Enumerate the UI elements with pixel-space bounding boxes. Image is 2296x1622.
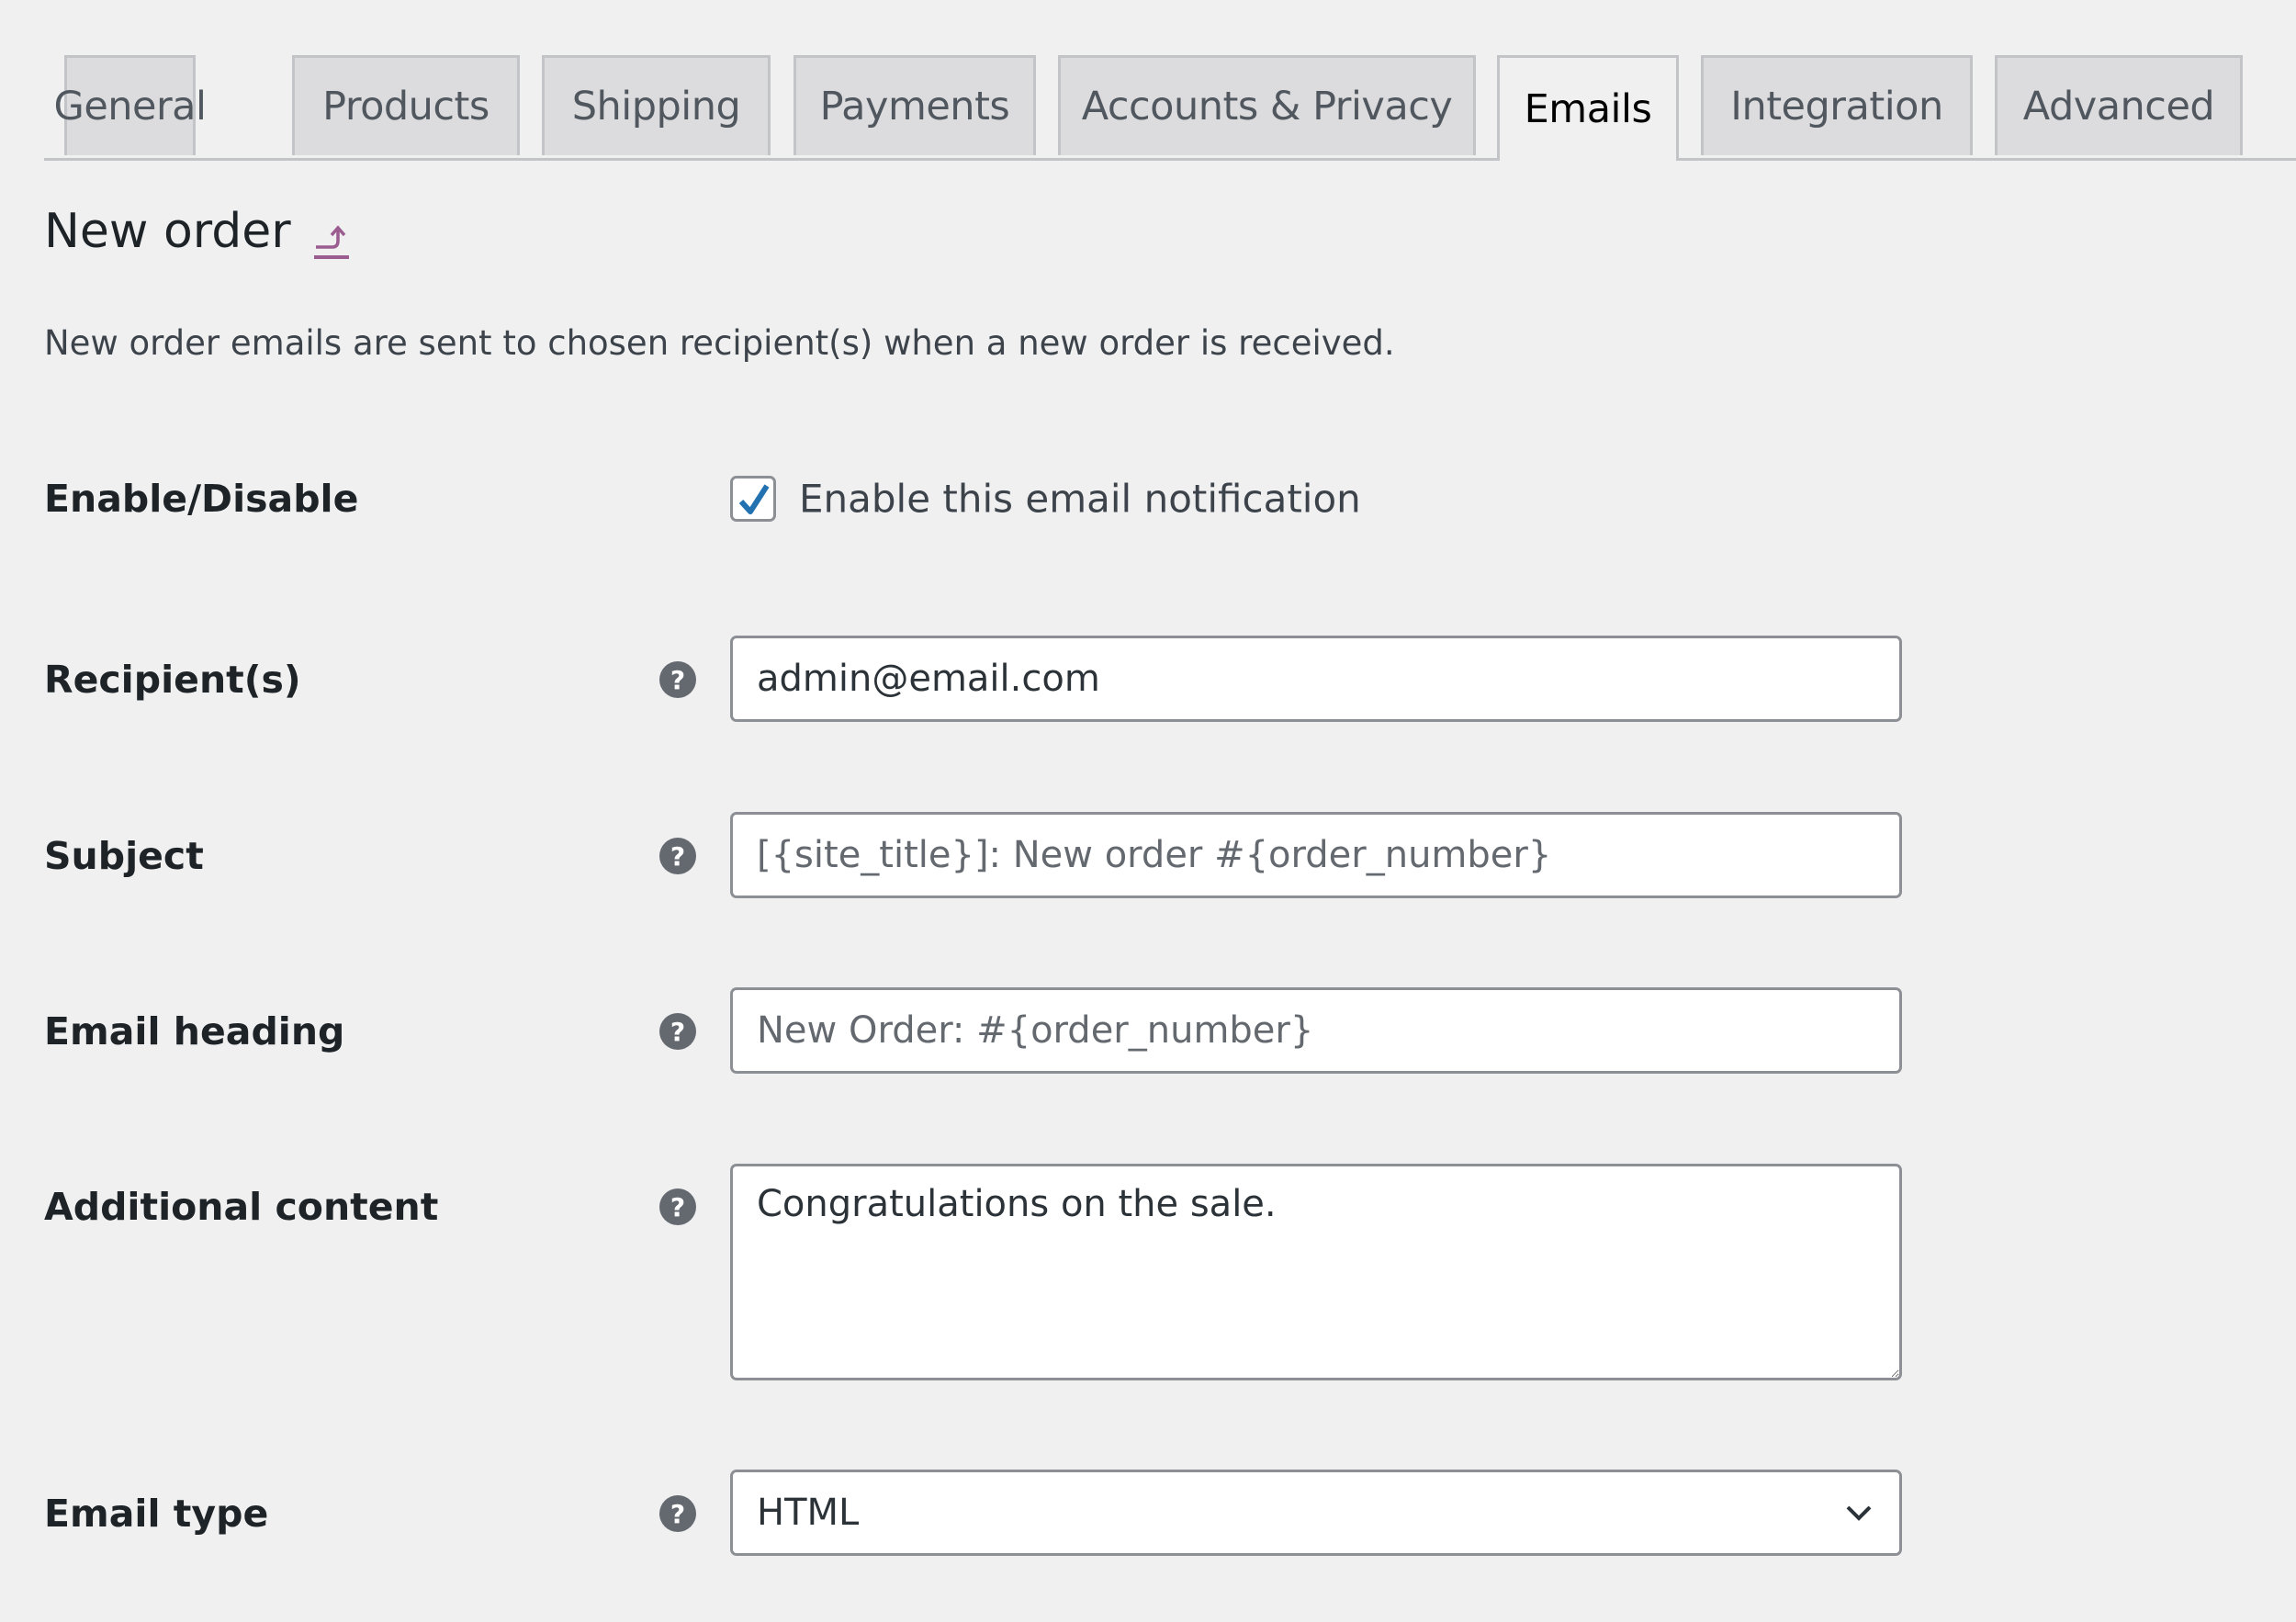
help-icon[interactable]: ? <box>659 661 696 698</box>
email-type-select[interactable]: HTML <box>730 1470 1902 1556</box>
tab-integration[interactable]: Integration <box>1701 55 1973 155</box>
settings-tabs: General Products Shipping Payments Accou… <box>44 55 2296 161</box>
chevron-down-icon <box>1846 1505 1872 1521</box>
page-description: New order emails are sent to chosen reci… <box>44 323 1395 363</box>
return-up-icon[interactable] <box>312 220 353 261</box>
help-icon[interactable]: ? <box>659 1188 696 1225</box>
email-heading-label: Email heading <box>44 1009 345 1053</box>
email-type-label: Email type <box>44 1492 269 1536</box>
tab-products[interactable]: Products <box>292 55 520 155</box>
tab-advanced[interactable]: Advanced <box>1995 55 2243 155</box>
tab-payments[interactable]: Payments <box>793 55 1036 155</box>
recipient-input[interactable] <box>730 636 1902 722</box>
tab-emails[interactable]: Emails <box>1497 55 1679 161</box>
recipient-label: Recipient(s) <box>44 658 301 702</box>
subject-label: Subject <box>44 834 204 878</box>
enable-notification-label[interactable]: Enable this email notification <box>799 477 1361 522</box>
tab-general[interactable]: General <box>54 55 207 155</box>
enable-disable-label: Enable/Disable <box>44 477 359 521</box>
additional-content-label: Additional content <box>44 1185 439 1229</box>
enable-notification-checkbox[interactable] <box>730 476 776 522</box>
email-type-value: HTML <box>757 1492 860 1534</box>
page-title: New order <box>44 204 291 259</box>
additional-content-textarea[interactable]: Congratulations on the sale. <box>730 1164 1902 1380</box>
tab-shipping[interactable]: Shipping <box>542 55 771 155</box>
email-heading-input[interactable] <box>730 987 1902 1074</box>
checkmark-icon <box>738 484 770 514</box>
subject-input[interactable] <box>730 812 1902 898</box>
tab-accounts-privacy[interactable]: Accounts & Privacy <box>1058 55 1476 155</box>
help-icon[interactable]: ? <box>659 1495 696 1532</box>
help-icon[interactable]: ? <box>659 838 696 874</box>
help-icon[interactable]: ? <box>659 1013 696 1050</box>
